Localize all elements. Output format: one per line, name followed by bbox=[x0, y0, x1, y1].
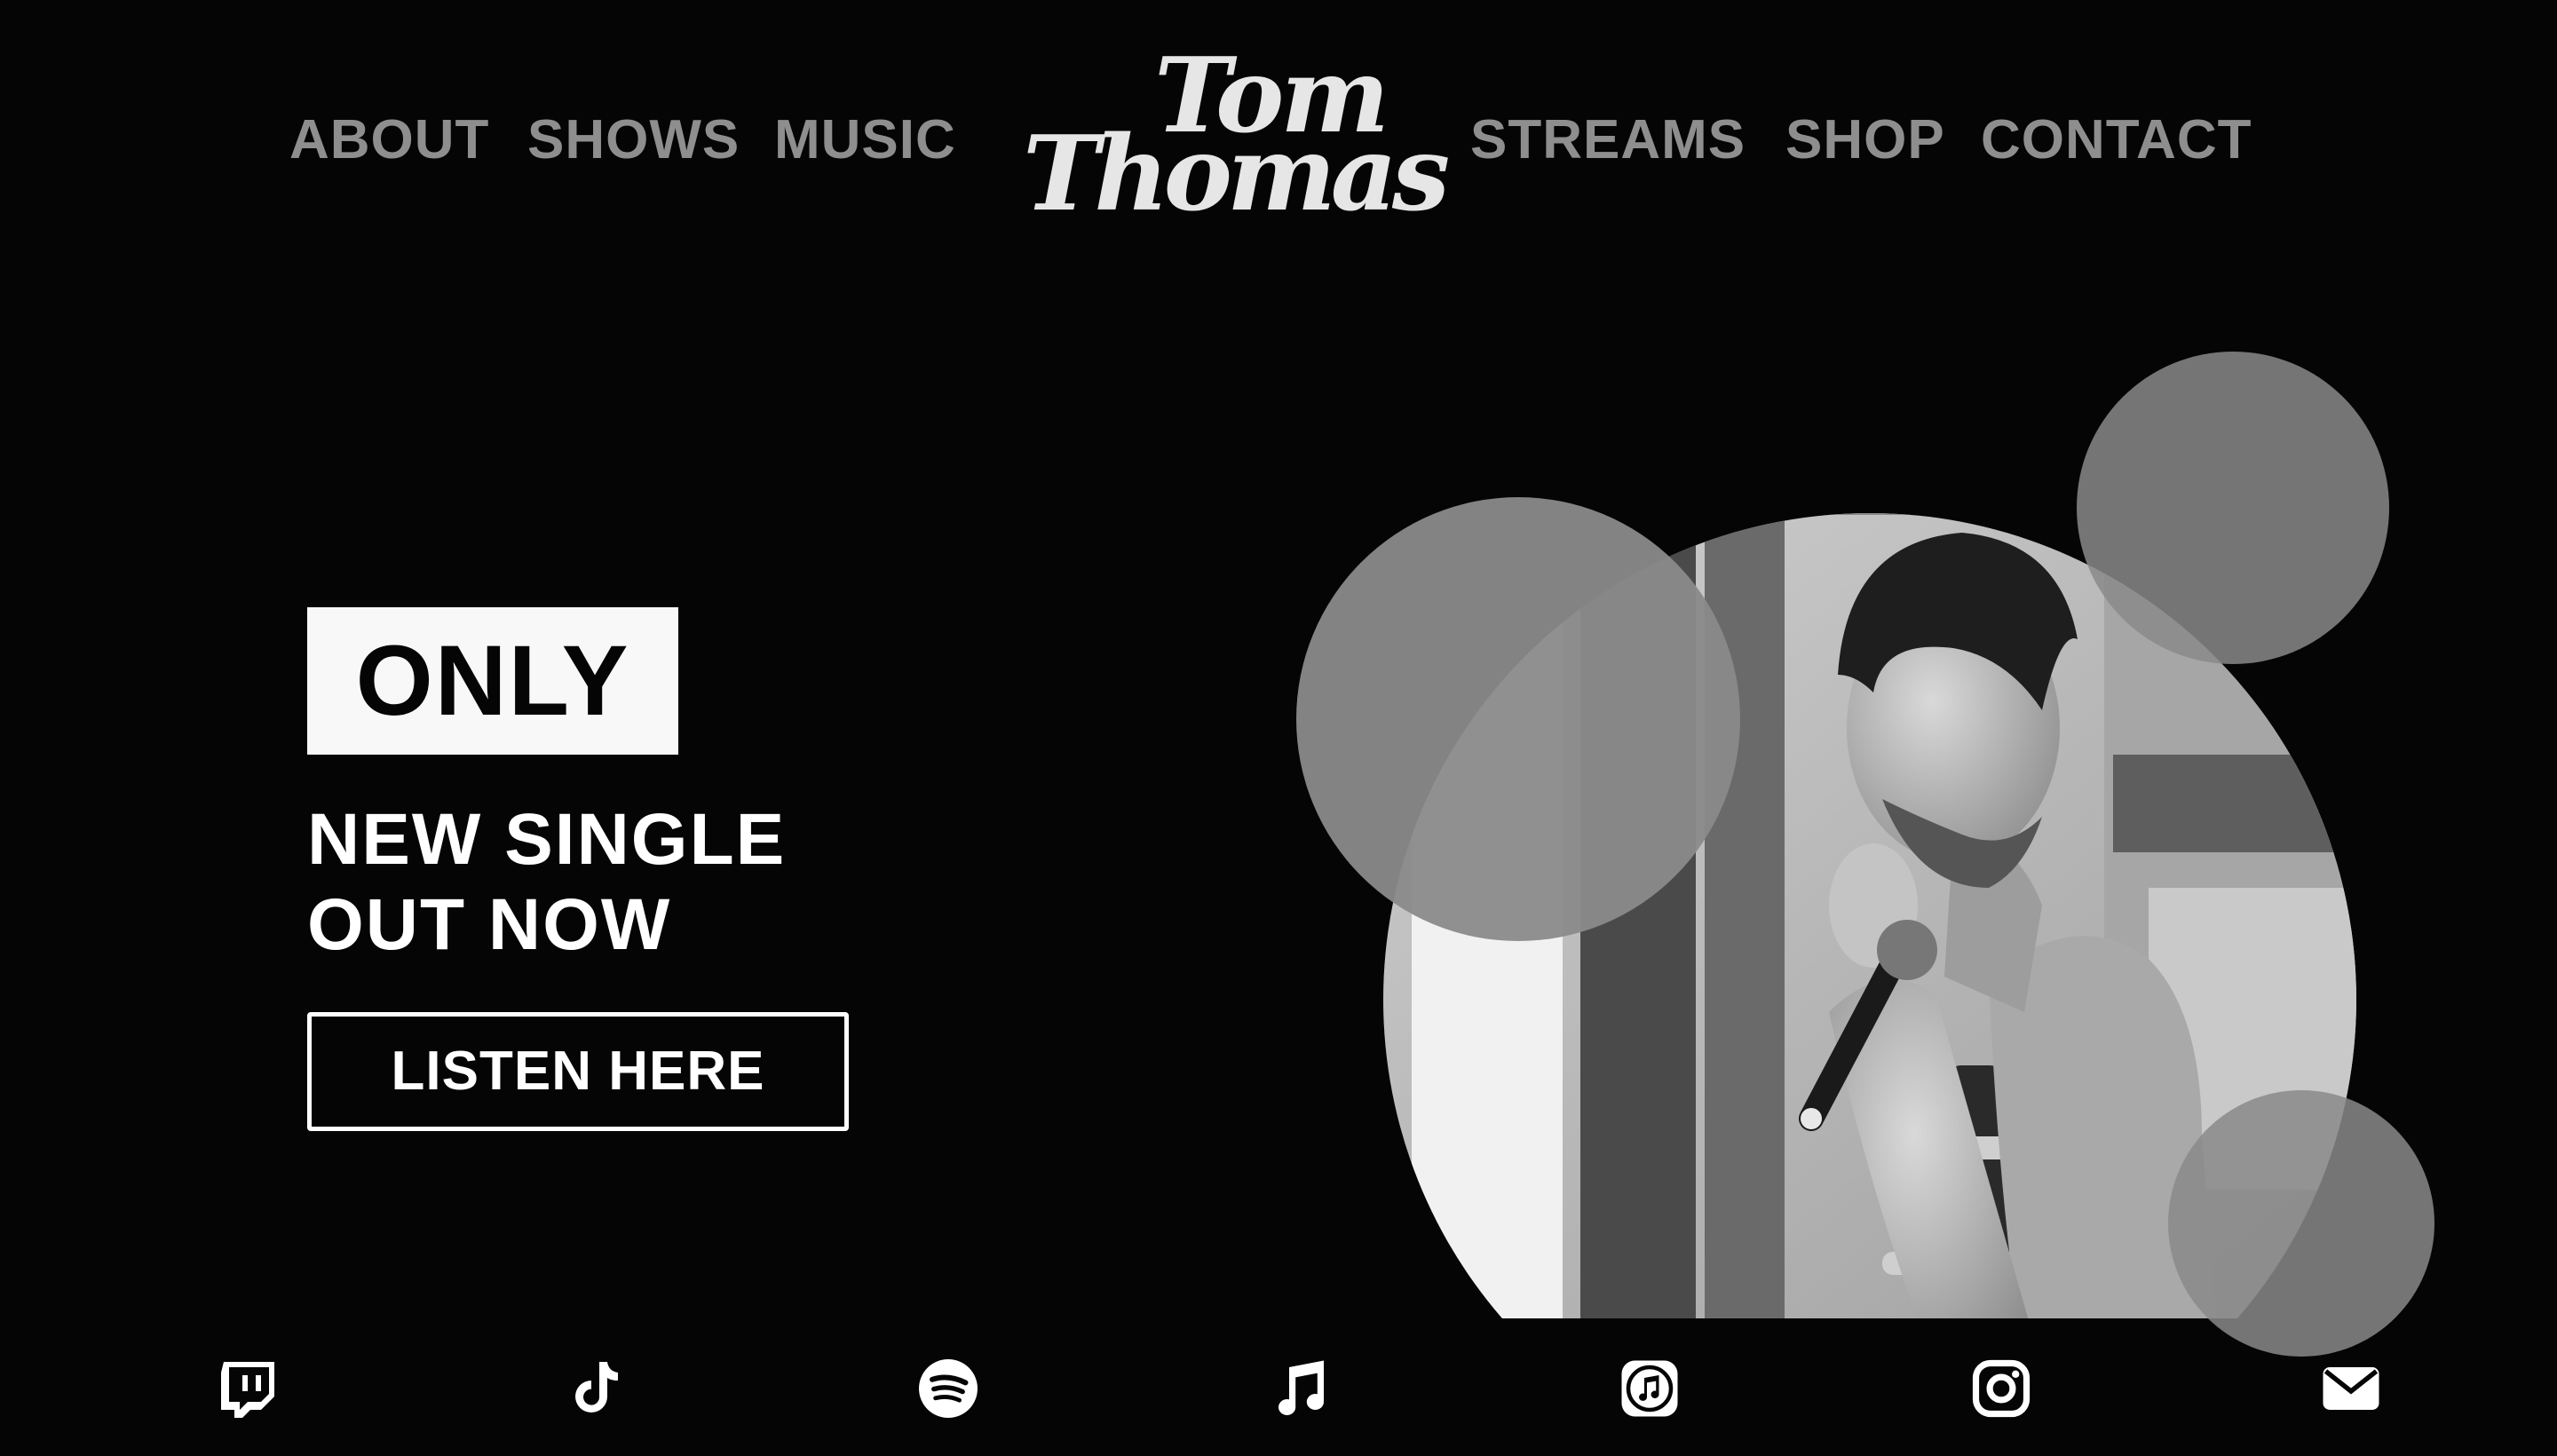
bubble-left bbox=[1296, 497, 1740, 941]
spotify-icon[interactable] bbox=[916, 1357, 980, 1420]
bubble-top-right bbox=[2077, 352, 2389, 664]
site-logo[interactable]: Tom Thomas bbox=[1021, 44, 1450, 231]
social-bar bbox=[0, 1319, 2557, 1456]
mail-icon[interactable] bbox=[2319, 1357, 2383, 1420]
headline-line-2: OUT NOW bbox=[307, 884, 672, 965]
headline-line-1: NEW SINGLE bbox=[307, 799, 787, 880]
bubble-bottom-right bbox=[2168, 1090, 2434, 1357]
nav-link-contact[interactable]: CONTACT bbox=[1981, 105, 2252, 176]
music-note-icon[interactable] bbox=[1268, 1357, 1332, 1420]
hero-photo-illustration bbox=[1296, 352, 2434, 1357]
hero-badge: ONLY bbox=[307, 607, 678, 755]
nav-link-about[interactable]: ABOUT bbox=[289, 105, 489, 176]
tiktok-icon[interactable] bbox=[565, 1357, 629, 1420]
listen-here-button[interactable]: LISTEN HERE bbox=[307, 1012, 849, 1131]
logo-line-second: Thomas bbox=[1023, 114, 1450, 234]
nav-link-shop[interactable]: SHOP bbox=[1785, 105, 1945, 176]
hero-image bbox=[1261, 337, 2521, 1367]
nav-link-shows[interactable]: SHOWS bbox=[527, 105, 740, 176]
nav-link-streams[interactable]: STREAMS bbox=[1470, 105, 1746, 176]
twitch-icon[interactable] bbox=[216, 1357, 280, 1420]
nav-link-music[interactable]: MUSIC bbox=[774, 105, 956, 176]
itunes-icon[interactable] bbox=[1618, 1357, 1682, 1420]
instagram-icon[interactable] bbox=[1969, 1357, 2033, 1420]
hero-headline: NEW SINGLE OUT NOW bbox=[307, 797, 929, 968]
